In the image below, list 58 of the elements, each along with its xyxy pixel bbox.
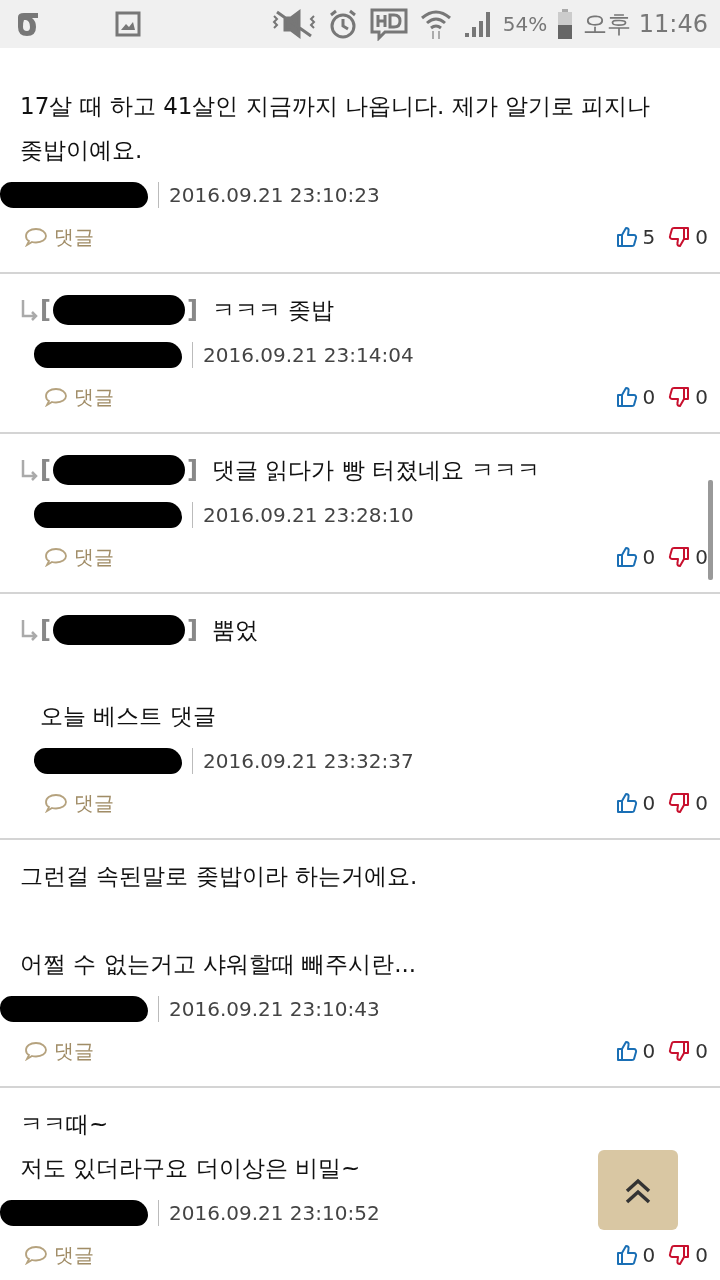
dislike-button[interactable]: 0 bbox=[659, 545, 708, 569]
thumbs-down-icon bbox=[667, 225, 692, 249]
bracket: [ bbox=[40, 296, 51, 324]
bracket: [ bbox=[40, 456, 51, 484]
comment-date: 2016.09.21 23:32:37 bbox=[203, 749, 414, 773]
thumbs-down-icon bbox=[667, 1243, 692, 1267]
comment-text: ㅋㅋ때~ 저도 있더라구요 더이상은 비밀~ bbox=[20, 1110, 362, 1183]
thumbs-up-icon bbox=[614, 791, 639, 815]
bracket: ] bbox=[186, 616, 198, 644]
thumbs-down-icon bbox=[667, 791, 692, 815]
signal-icon bbox=[462, 9, 493, 39]
dislike-button[interactable]: 0 bbox=[659, 385, 708, 409]
bracket: ] bbox=[186, 296, 198, 324]
thumbs-up-icon bbox=[614, 225, 639, 249]
clock: 오후 11:46 bbox=[583, 9, 708, 40]
comment-text: 17살 때 하고 41살인 지금까지 나옵니다. 제가 알기로 피지나 좆밥이예요. bbox=[20, 92, 652, 165]
scroll-top-button[interactable] bbox=[598, 1150, 678, 1230]
dislike-button[interactable]: 0 bbox=[659, 1243, 708, 1267]
dislike-button[interactable]: 0 bbox=[659, 1039, 708, 1063]
comment-date: 2016.09.21 23:10:43 bbox=[169, 997, 380, 1021]
thumbs-down-icon bbox=[667, 545, 692, 569]
dislike-button[interactable]: 0 bbox=[659, 791, 708, 815]
thumbs-up-icon bbox=[614, 1243, 639, 1267]
bracket: [ bbox=[40, 616, 51, 644]
speech-bubble-icon bbox=[24, 1245, 48, 1265]
dislike-button[interactable]: 0 bbox=[659, 225, 708, 249]
bracket: ] bbox=[186, 456, 198, 484]
speech-bubble-icon bbox=[24, 1041, 48, 1061]
comment-date: 2016.09.21 23:14:04 bbox=[203, 343, 414, 367]
image-icon bbox=[114, 10, 142, 38]
like-button[interactable]: 0 bbox=[606, 385, 656, 409]
thumbs-up-icon bbox=[614, 385, 639, 409]
speech-bubble-icon bbox=[24, 227, 48, 247]
battery-icon bbox=[557, 8, 574, 40]
comment-text: 뿜었 bbox=[211, 615, 258, 645]
comment-text: ㅋㅋㅋ 좆밥 bbox=[211, 295, 335, 325]
comment-text: 그런걸 속된말로 좆밥이라 하는거에요. 어쩔 수 없는거고 샤워할때 빼주시란... bbox=[20, 862, 419, 979]
like-button[interactable]: 0 bbox=[606, 791, 656, 815]
speech-bubble-icon bbox=[44, 387, 68, 407]
thumbs-down-icon bbox=[667, 385, 692, 409]
like-button[interactable]: 5 bbox=[606, 225, 656, 249]
thumbs-down-icon bbox=[667, 1039, 692, 1063]
comment-text: 오늘 베스트 댓글 bbox=[40, 702, 217, 731]
speech-bubble-icon bbox=[44, 547, 68, 567]
comment-text: 댓글 읽다가 빵 터졌네요 ㅋㅋㅋ bbox=[211, 455, 541, 485]
thumbs-up-icon bbox=[614, 1039, 639, 1063]
hd-voice-icon bbox=[368, 7, 409, 41]
comment-date: 2016.09.21 23:10:23 bbox=[169, 183, 380, 207]
vibrate-mute-icon bbox=[270, 8, 317, 40]
comment-date: 2016.09.21 23:28:10 bbox=[203, 503, 414, 527]
like-button[interactable]: 0 bbox=[606, 545, 656, 569]
wifi-icon bbox=[418, 7, 453, 41]
comment-date: 2016.09.21 23:10:52 bbox=[169, 1201, 380, 1225]
battery-percent: 54% bbox=[502, 12, 548, 36]
thumbs-up-icon bbox=[614, 545, 639, 569]
speech-bubble-icon bbox=[44, 793, 68, 813]
like-button[interactable]: 0 bbox=[606, 1039, 656, 1063]
like-button[interactable]: 0 bbox=[606, 1243, 656, 1267]
